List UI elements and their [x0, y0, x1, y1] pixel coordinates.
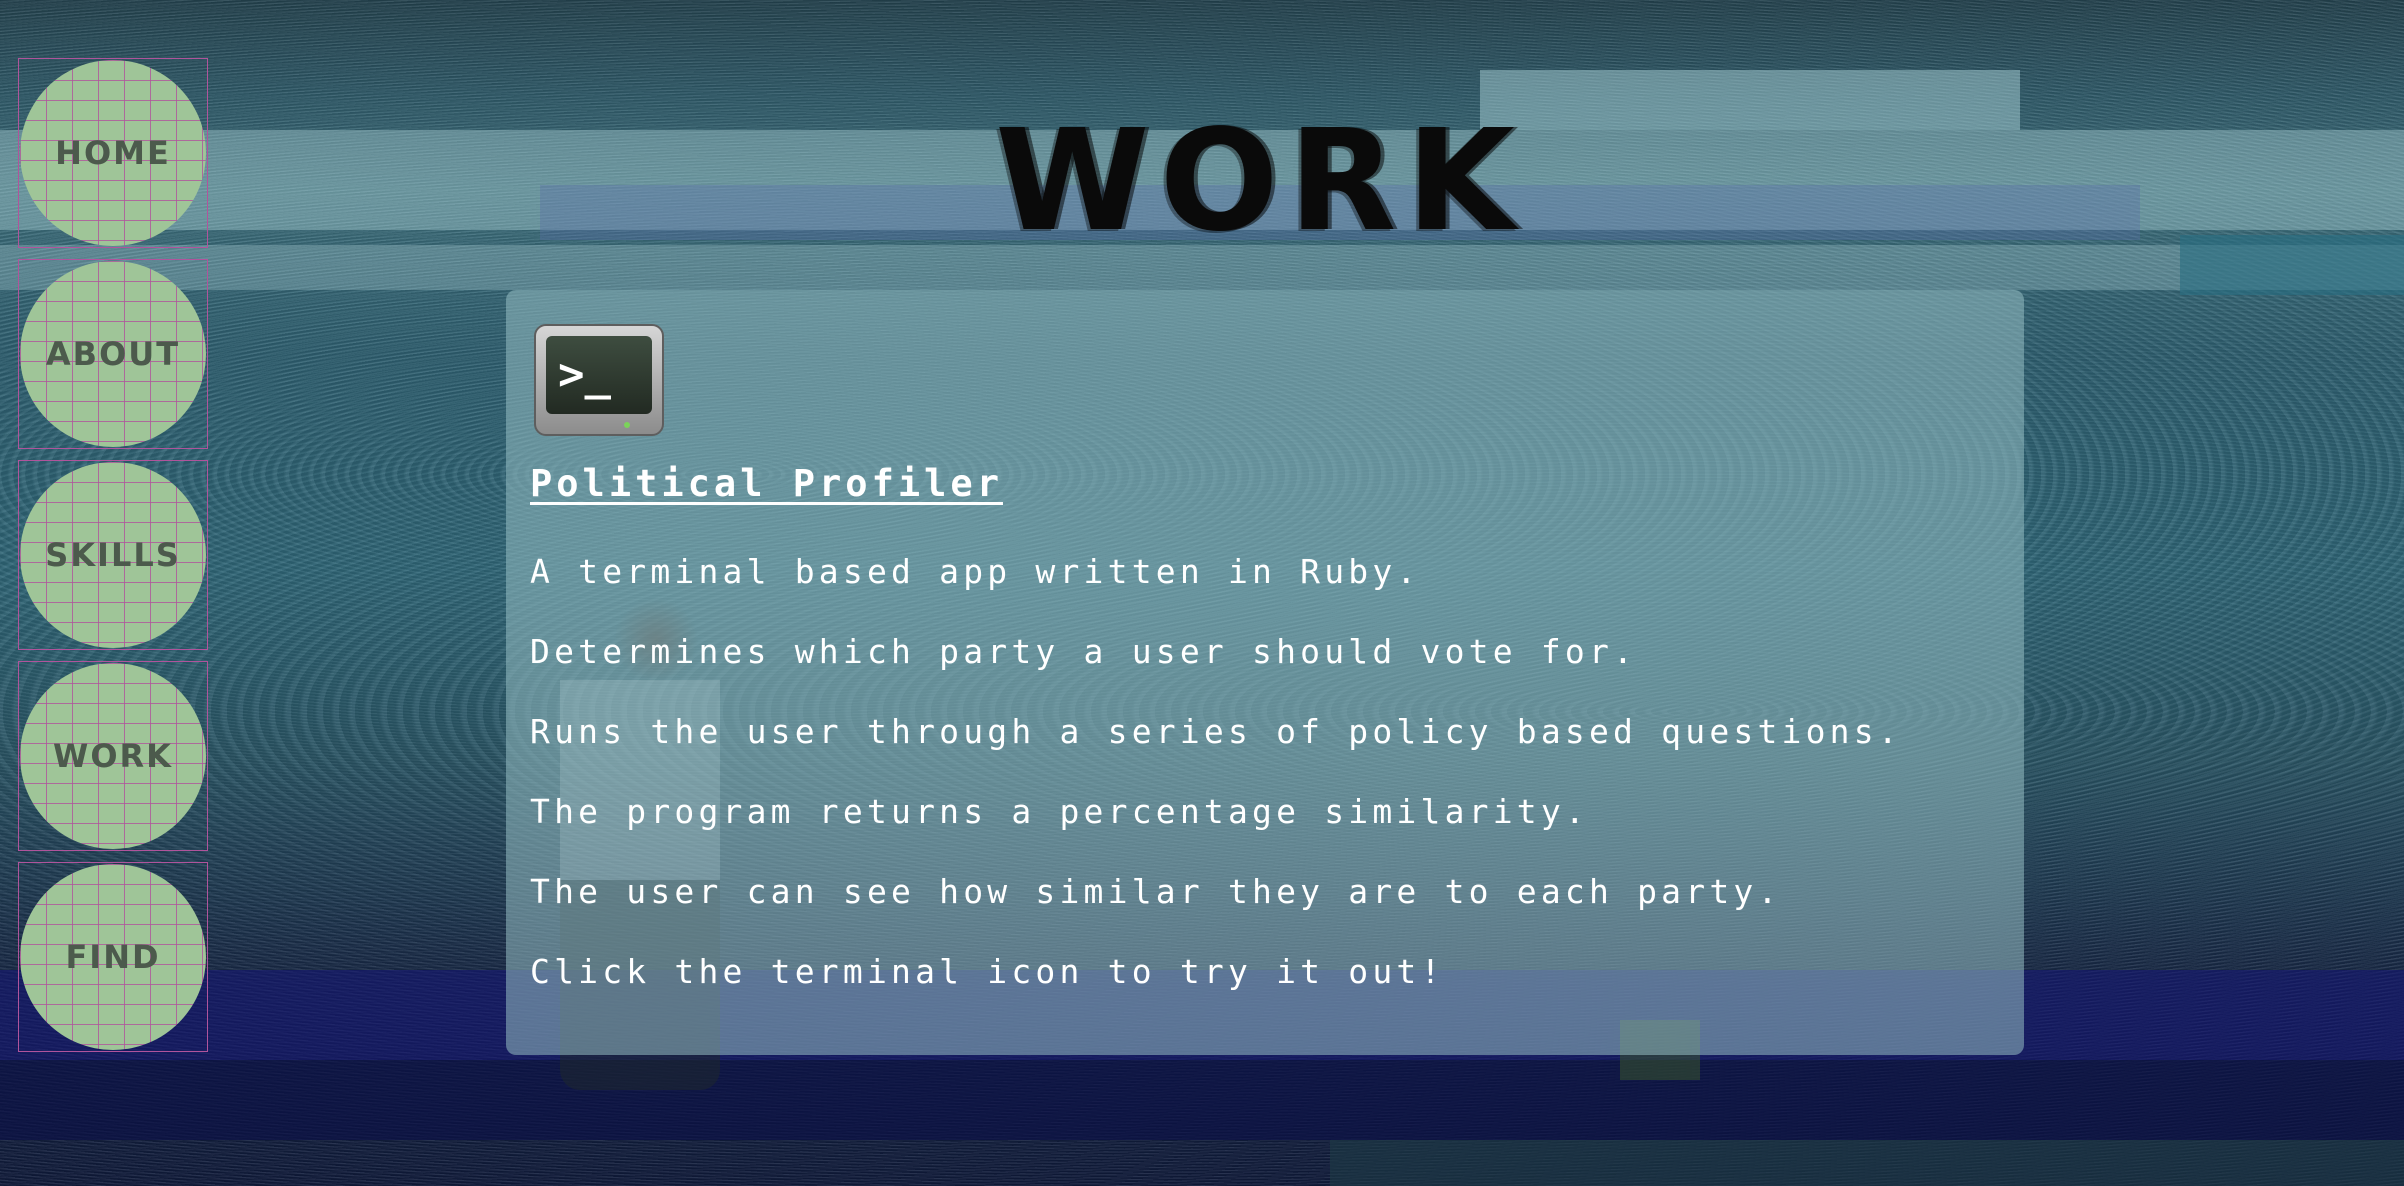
project-description-line: Click the terminal icon to try it out!	[530, 952, 1445, 991]
ocean-background: HOME ABOUT SKILLS WORK FIND WORK >_ Poli…	[0, 0, 2404, 1186]
project-description-line: Determines which party a user should vot…	[530, 632, 1638, 671]
nav-find-button[interactable]: FIND	[20, 864, 206, 1050]
nav-skills-button[interactable]: SKILLS	[20, 462, 206, 648]
nav-home-button[interactable]: HOME	[20, 60, 206, 246]
page-title: WORK	[995, 100, 1525, 263]
terminal-led	[624, 422, 630, 428]
terminal-screen: >_	[546, 336, 652, 414]
project-description-line: The user can see how similar they are to…	[530, 872, 1782, 911]
glitch-band	[0, 1060, 2404, 1140]
project-description-line: The program returns a percentage similar…	[530, 792, 1589, 831]
project-description-line: A terminal based app written in Ruby.	[530, 552, 1421, 591]
project-card: >_ Political Profiler A terminal based a…	[506, 290, 2024, 1055]
project-description-line: Runs the user through a series of policy…	[530, 712, 1902, 751]
glitch-band	[2180, 235, 2404, 295]
nav-about-button[interactable]: ABOUT	[20, 261, 206, 447]
glitch-band	[1330, 1140, 2404, 1186]
terminal-icon[interactable]: >_	[534, 324, 664, 436]
glitch-band	[1480, 70, 2020, 130]
nav-work-button[interactable]: WORK	[20, 663, 206, 849]
project-title: Political Profiler	[530, 462, 1003, 505]
